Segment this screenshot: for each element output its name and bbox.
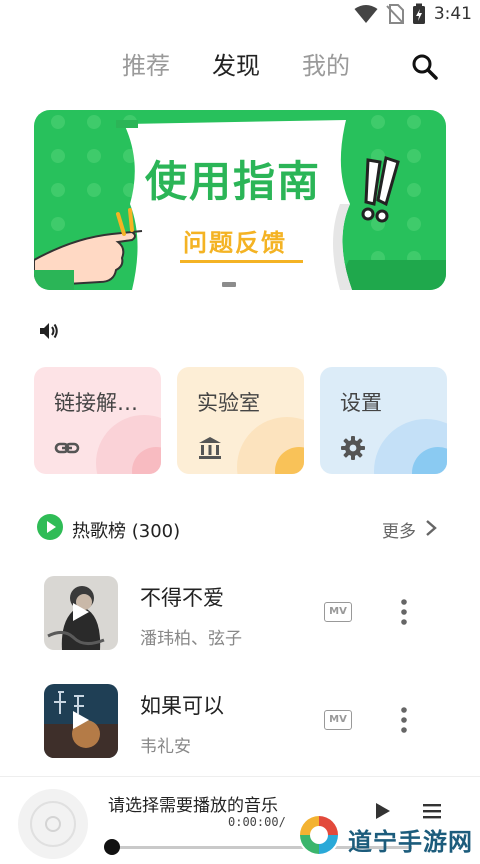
bank-icon <box>199 437 221 459</box>
player-prompt: 请选择需要播放的音乐 <box>108 796 278 816</box>
link-icon <box>54 442 80 454</box>
tab-discover[interactable]: 发现 <box>212 46 260 81</box>
no-sim-icon <box>386 4 404 24</box>
hot-list-title: 热歌榜 (300) <box>72 521 181 542</box>
hot-list-play-icon[interactable] <box>36 513 64 541</box>
card-link-parse[interactable]: 链接解… <box>34 367 161 474</box>
watermark-logo <box>298 814 340 856</box>
wifi-icon <box>354 5 378 23</box>
song-artist: 潘玮柏、弦子 <box>140 629 242 649</box>
mv-badge[interactable]: MV <box>324 602 352 622</box>
album-cover[interactable] <box>44 576 118 650</box>
card-settings-label: 设置 <box>340 391 382 415</box>
song-title: 不得不爱 <box>140 586 224 610</box>
watermark-text: 道宁手游网 <box>348 828 473 856</box>
card-lab[interactable]: 实验室 <box>177 367 304 474</box>
player-time: 0:00:00/ <box>228 815 286 829</box>
song-artist: 韦礼安 <box>140 737 191 757</box>
card-lab-label: 实验室 <box>197 391 260 415</box>
more-vertical-icon[interactable] <box>392 702 416 738</box>
tab-mine[interactable]: 我的 <box>302 46 350 81</box>
playlist-icon[interactable] <box>420 799 444 823</box>
banner-subtitle-underline <box>180 260 303 263</box>
status-icons: 3:41 <box>354 3 472 24</box>
battery-charging-icon <box>412 3 425 24</box>
card-settings[interactable]: 设置 <box>320 367 447 474</box>
mv-badge[interactable]: MV <box>324 710 352 730</box>
banner-subtitle: 问题反馈 <box>183 229 287 257</box>
album-cover[interactable] <box>44 684 118 758</box>
song-row[interactable]: 不得不爱 潘玮柏、弦子 MV <box>0 576 480 656</box>
status-time: 3:41 <box>433 4 472 24</box>
chevron-right-icon[interactable] <box>424 518 438 538</box>
progress-knob[interactable] <box>104 839 120 855</box>
status-bar: 3:41 <box>0 0 480 30</box>
gear-icon <box>341 436 365 460</box>
search-icon[interactable] <box>410 52 440 82</box>
play-icon[interactable] <box>72 710 90 730</box>
song-row[interactable]: 如果可以 韦礼安 MV <box>0 684 480 764</box>
song-title: 如果可以 <box>140 694 224 718</box>
play-pause-icon[interactable] <box>370 799 394 823</box>
play-icon[interactable] <box>72 602 90 622</box>
banner-page-indicator <box>222 282 236 287</box>
more-vertical-icon[interactable] <box>392 594 416 630</box>
tab-recommend[interactable]: 推荐 <box>122 46 170 81</box>
banner-title: 使用指南 <box>145 157 322 206</box>
more-link[interactable]: 更多 <box>382 517 416 542</box>
top-tabs: 推荐 发现 我的 <box>0 44 480 84</box>
disc-icon[interactable] <box>16 787 90 861</box>
card-link-parse-label: 链接解… <box>54 391 138 415</box>
speaker-icon[interactable] <box>38 320 60 342</box>
